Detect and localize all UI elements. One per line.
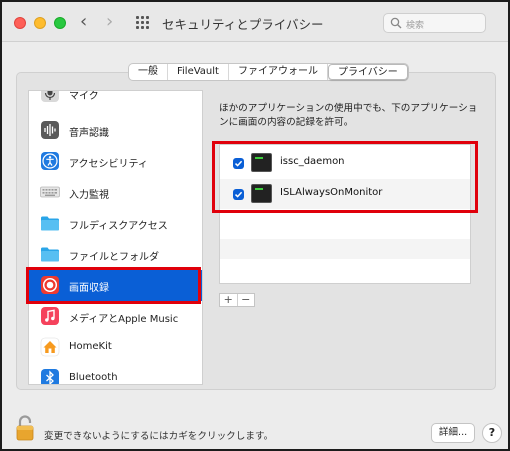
search-icon — [390, 17, 402, 29]
tab-filevault[interactable]: FileVault — [168, 64, 229, 80]
terminal-icon — [251, 184, 272, 203]
sidebar-item-files-and-folders[interactable]: ファイルとフォルダ — [29, 239, 202, 270]
checkmark-icon — [234, 191, 243, 198]
sidebar-item-label: ファイルとフォルダ — [69, 252, 159, 263]
app-name: issc_daemon — [280, 156, 345, 167]
title-bar: ‹ › セキュリティとプライバシー 検索 — [2, 2, 508, 42]
system-preferences-window: ‹ › セキュリティとプライバシー 検索 一般 FileVault ファイアウォ… — [0, 0, 510, 451]
zoom-window-button[interactable] — [54, 17, 66, 29]
sidebar-item-label: 入力監視 — [69, 190, 109, 201]
sidebar-item-microphone[interactable]: マイク — [29, 91, 202, 109]
accessibility-icon — [41, 152, 59, 170]
sidebar-item-accessibility[interactable]: アクセシビリティ — [29, 146, 202, 177]
help-button[interactable]: ? — [482, 423, 502, 443]
sidebar-item-label: 画面収録 — [69, 283, 109, 294]
sidebar-item-bluetooth[interactable]: Bluetooth — [29, 363, 202, 384]
sidebar-item-label: Bluetooth — [69, 372, 118, 383]
folder-icon — [41, 247, 59, 262]
screen-recording-description: ほかのアプリケーションの使用中でも、下のアプリケーションに画面の内容の記録を許可… — [219, 103, 478, 128]
sidebar-item-label: マイク — [69, 91, 99, 102]
terminal-icon — [251, 153, 272, 172]
search-placeholder: 検索 — [406, 21, 425, 31]
home-icon — [40, 337, 60, 357]
microphone-icon — [41, 91, 59, 102]
window-title: セキュリティとプライバシー — [162, 17, 324, 32]
details-button[interactable]: 詳細... — [431, 423, 475, 443]
music-icon — [41, 307, 59, 325]
close-window-button[interactable] — [14, 17, 26, 29]
privacy-category-list[interactable]: マイク 音声認識 アクセシビリティ 入力監視 フルディスクアクセス ファイルとフ… — [28, 90, 203, 385]
sidebar-item-screen-recording[interactable]: 画面収録 — [29, 270, 202, 301]
add-remove-control: + − — [219, 293, 255, 307]
folder-icon — [41, 216, 59, 231]
app-name: ISLAlwaysOnMonitor — [280, 187, 383, 198]
sidebar-item-label: 音声認識 — [69, 128, 109, 139]
sidebar-item-label: アクセシビリティ — [69, 159, 148, 170]
bluetooth-icon — [41, 369, 59, 384]
app-row-isl-always-on-monitor[interactable]: ISLAlwaysOnMonitor — [220, 179, 470, 209]
sidebar-item-media-apple-music[interactable]: メディアとApple Music — [29, 301, 202, 332]
empty-row — [220, 259, 470, 279]
tab-privacy[interactable]: プライバシー — [327, 64, 408, 80]
waveform-icon — [41, 121, 59, 139]
sidebar-item-label: フルディスクアクセス — [69, 221, 168, 232]
keyboard-icon — [40, 186, 60, 198]
back-button[interactable]: ‹ — [80, 11, 87, 32]
sidebar-item-label: メディアとApple Music — [69, 314, 179, 325]
app-enable-checkbox[interactable] — [233, 158, 244, 169]
tab-general[interactable]: 一般 — [129, 64, 168, 80]
add-app-button[interactable]: + — [220, 294, 238, 306]
minimize-window-button[interactable] — [34, 17, 46, 29]
allowed-apps-list[interactable]: issc_daemon ISLAlwaysOnMonitor — [219, 144, 471, 284]
tab-bar: 一般 FileVault ファイアウォール プライバシー — [128, 63, 409, 81]
search-field[interactable]: 検索 — [383, 13, 486, 33]
show-all-grid-icon[interactable] — [136, 16, 150, 30]
forward-button[interactable]: › — [106, 11, 113, 32]
sidebar-item-label: HomeKit — [69, 341, 112, 352]
sidebar-item-speech-recognition[interactable]: 音声認識 — [29, 115, 202, 146]
checkmark-icon — [234, 160, 243, 167]
remove-app-button[interactable]: − — [238, 294, 255, 306]
app-row-issc-daemon[interactable]: issc_daemon — [220, 148, 470, 178]
app-enable-checkbox[interactable] — [233, 189, 244, 200]
screen-record-icon — [41, 276, 59, 294]
sidebar-item-full-disk-access[interactable]: フルディスクアクセス — [29, 208, 202, 239]
tab-firewall[interactable]: ファイアウォール — [229, 64, 328, 80]
sidebar-item-input-monitoring[interactable]: 入力監視 — [29, 177, 202, 208]
empty-row — [220, 239, 470, 259]
sidebar-item-homekit[interactable]: HomeKit — [29, 332, 202, 363]
empty-row — [220, 219, 470, 239]
lock-icon[interactable] — [15, 415, 35, 441]
lock-hint-text: 変更できないようにするにはカギをクリックします。 — [44, 431, 274, 442]
